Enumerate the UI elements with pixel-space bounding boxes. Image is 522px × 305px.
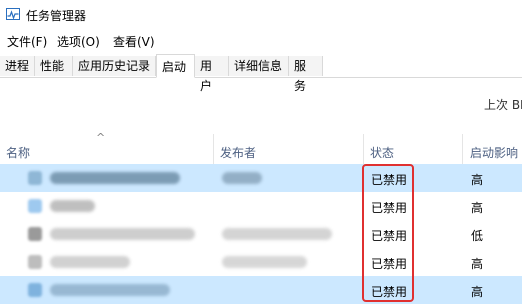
column-separator[interactable] bbox=[363, 134, 364, 164]
table-row[interactable]: 已禁用 高 bbox=[0, 192, 522, 220]
impact-cell: 高 bbox=[471, 173, 484, 187]
redacted-app-name bbox=[50, 228, 195, 240]
impact-cell: 高 bbox=[471, 257, 484, 271]
app-icon bbox=[28, 255, 42, 269]
redacted-app-name bbox=[50, 172, 180, 184]
column-status[interactable]: 状态 bbox=[370, 144, 394, 161]
table-row[interactable]: 已禁用 高 bbox=[0, 276, 522, 304]
window-title: 任务管理器 bbox=[26, 9, 87, 23]
tab-processes[interactable]: 进程 bbox=[0, 56, 35, 76]
startup-list: 已禁用 高 已禁用 高 已禁用 低 已禁用 高 已禁用 高 bbox=[0, 164, 522, 304]
column-separator[interactable] bbox=[462, 134, 463, 164]
column-separator[interactable] bbox=[213, 134, 214, 164]
column-startup-impact[interactable]: 启动影响 bbox=[470, 144, 518, 161]
redacted-publisher bbox=[222, 172, 262, 184]
menu-file[interactable]: 文件(F) bbox=[5, 33, 49, 50]
tab-startup[interactable]: 启动 bbox=[156, 54, 195, 78]
redacted-app-name bbox=[50, 284, 170, 296]
app-icon bbox=[28, 227, 42, 241]
highlight-box bbox=[362, 164, 414, 302]
tab-strip: 进程 性能 应用历史记录 启动 用户 详细信息 服务 bbox=[0, 54, 522, 93]
tab-users[interactable]: 用户 bbox=[195, 56, 229, 93]
table-row[interactable]: 已禁用 低 bbox=[0, 220, 522, 248]
table-row[interactable]: 已禁用 高 bbox=[0, 164, 522, 192]
app-icon bbox=[28, 199, 42, 213]
app-icon bbox=[28, 171, 42, 185]
column-header: ^ 名称 发布者 状态 启动影响 bbox=[0, 131, 522, 165]
table-row[interactable]: 已禁用 高 bbox=[0, 248, 522, 276]
tab-details[interactable]: 详细信息 bbox=[229, 56, 289, 76]
last-bios-time-label: 上次 BI bbox=[484, 98, 522, 112]
tab-app-history[interactable]: 应用历史记录 bbox=[73, 56, 156, 76]
tab-performance[interactable]: 性能 bbox=[35, 56, 73, 76]
redacted-publisher bbox=[222, 256, 307, 268]
column-name[interactable]: 名称 bbox=[6, 144, 30, 161]
column-publisher[interactable]: 发布者 bbox=[220, 144, 256, 161]
impact-cell: 高 bbox=[471, 285, 484, 299]
menu-bar: 文件(F) 选项(O) 查看(V) bbox=[0, 30, 522, 52]
menu-options[interactable]: 选项(O) bbox=[55, 33, 102, 50]
redacted-publisher bbox=[222, 228, 332, 240]
tab-services[interactable]: 服务 bbox=[289, 56, 323, 93]
redacted-app-name bbox=[50, 256, 130, 268]
impact-cell: 低 bbox=[471, 229, 484, 243]
redacted-app-name bbox=[50, 200, 95, 212]
impact-cell: 高 bbox=[471, 201, 484, 215]
sort-ascending-icon: ^ bbox=[96, 131, 106, 144]
menu-view[interactable]: 查看(V) bbox=[111, 33, 157, 50]
task-manager-icon bbox=[6, 8, 20, 20]
app-icon bbox=[28, 283, 42, 297]
title-bar: 任务管理器 bbox=[0, 0, 522, 30]
